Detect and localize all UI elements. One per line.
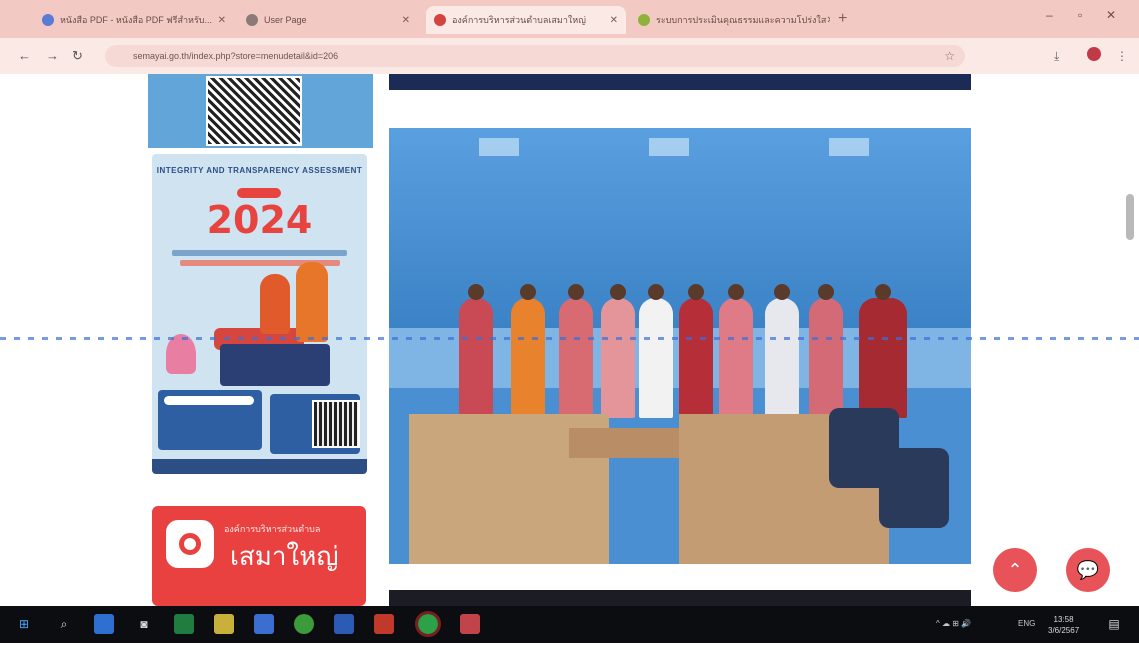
ceiling-light bbox=[649, 138, 689, 156]
globe-icon bbox=[246, 14, 258, 26]
language-indicator[interactable]: ENG bbox=[1018, 619, 1035, 628]
scan-artifact-line bbox=[0, 337, 1139, 340]
windows-start-icon[interactable]: ⊞ bbox=[14, 614, 34, 634]
minimize-button[interactable]: – bbox=[1046, 8, 1053, 22]
poster-info-button bbox=[164, 396, 254, 405]
close-tab-icon[interactable]: ✕ bbox=[402, 15, 410, 26]
plant-illustration bbox=[166, 334, 196, 374]
instagram-icon bbox=[166, 520, 214, 568]
tab-label: องค์การบริหารส่วนตำบลเสมาใหญ่ bbox=[452, 15, 586, 25]
poster-year: 2024 bbox=[206, 198, 313, 242]
scroll-to-top-button[interactable]: ⌃ bbox=[993, 548, 1037, 592]
download-icon[interactable]: ⤓ bbox=[1054, 49, 1059, 64]
close-tab-icon[interactable]: ✕ bbox=[218, 15, 226, 26]
person bbox=[719, 284, 753, 418]
poster-heading: INTEGRITY AND TRANSPARENCY ASSESSMENT bbox=[156, 166, 363, 175]
tab-pdf-book[interactable]: หนังสือ PDF - หนังสือ PDF ฟรีสำหรับ... ✕ bbox=[34, 6, 234, 34]
person bbox=[601, 284, 635, 418]
previous-image-edge bbox=[389, 74, 971, 90]
qr-code-image bbox=[206, 76, 302, 146]
person-illustration-2 bbox=[296, 262, 328, 342]
poster-subtitle-bar bbox=[172, 250, 347, 256]
page-scrollbar[interactable] bbox=[1126, 194, 1134, 240]
clock-date: 3/6/2567 bbox=[1048, 626, 1080, 635]
maximize-button[interactable]: ▫ bbox=[1078, 8, 1082, 22]
system-tray-icons[interactable]: ^ ☁ ⊞ 🔊 bbox=[936, 619, 971, 628]
tab-label: User Page bbox=[264, 15, 307, 25]
person-illustration bbox=[260, 274, 290, 334]
desk-illustration bbox=[220, 344, 330, 386]
sidebar: INTEGRITY AND TRANSPARENCY ASSESSMENT 20… bbox=[148, 74, 373, 606]
close-tab-icon[interactable]: ✕ bbox=[826, 15, 830, 26]
person bbox=[765, 284, 799, 418]
person bbox=[511, 284, 545, 418]
app-icon[interactable] bbox=[460, 614, 480, 634]
chrome-icon[interactable] bbox=[294, 614, 314, 634]
person bbox=[809, 284, 843, 418]
reload-icon[interactable]: ↻ bbox=[72, 48, 83, 64]
next-image-edge bbox=[389, 590, 971, 606]
instagram-banner[interactable]: องค์การบริหารส่วนตำบล เสมาใหญ่ bbox=[152, 506, 366, 606]
pdf-site-favicon-icon bbox=[42, 14, 54, 26]
site-favicon-icon bbox=[434, 14, 446, 26]
person bbox=[639, 284, 673, 418]
notification-icon[interactable]: ▤ bbox=[1104, 614, 1124, 634]
word-icon[interactable] bbox=[334, 614, 354, 634]
ceiling-light bbox=[479, 138, 519, 156]
powerpoint-icon[interactable] bbox=[374, 614, 394, 634]
taskbar-clock[interactable]: 13:58 3/6/2567 bbox=[1048, 614, 1079, 636]
person bbox=[459, 284, 493, 418]
conference-table-center bbox=[569, 428, 689, 458]
tab-semayai[interactable]: องค์การบริหารส่วนตำบลเสมาใหญ่ ✕ bbox=[426, 6, 626, 34]
poster-badge bbox=[237, 188, 281, 198]
poster-qr-box bbox=[270, 394, 360, 454]
mail-icon[interactable] bbox=[254, 614, 274, 634]
camera-icon[interactable]: ◙ bbox=[134, 614, 154, 634]
back-arrow-icon[interactable]: ← bbox=[18, 48, 31, 63]
page-content: INTEGRITY AND TRANSPARENCY ASSESSMENT 20… bbox=[0, 74, 1139, 606]
tab-label: ระบบการประเมินคุณธรรมและความโปร่งใส bbox=[656, 15, 827, 25]
browser-toolbar: ← → ↻ semayai.go.th/index.php?store=menu… bbox=[0, 38, 1139, 74]
instagram-org-label: องค์การบริหารส่วนตำบล bbox=[224, 524, 321, 534]
bookmark-star-icon[interactable]: ☆ bbox=[944, 49, 955, 63]
tab-user-page[interactable]: User Page ✕ bbox=[238, 6, 418, 34]
meeting-photo[interactable] bbox=[389, 128, 971, 564]
poster-footer-strip bbox=[152, 459, 367, 474]
chat-button[interactable]: 💬 bbox=[1066, 548, 1110, 592]
menu-kebab-icon[interactable]: ⋮ bbox=[1116, 49, 1128, 63]
poster-info-box bbox=[158, 390, 262, 450]
search-icon[interactable]: ⌕ bbox=[54, 614, 74, 634]
clock-time: 13:58 bbox=[1053, 615, 1074, 624]
windows-taskbar: ⊞ ⌕ ◙ ^ ☁ ⊞ 🔊 ENG 13:58 3/6/2567 ▤ bbox=[0, 606, 1139, 643]
person bbox=[859, 284, 907, 418]
close-window-button[interactable]: ✕ bbox=[1106, 8, 1116, 22]
chair bbox=[879, 448, 949, 528]
active-browser-icon[interactable] bbox=[415, 611, 441, 637]
url-text: semayai.go.th/index.php?store=menudetail… bbox=[133, 51, 339, 61]
file-explorer-icon[interactable] bbox=[214, 614, 234, 634]
tab-label: หนังสือ PDF - หนังสือ PDF ฟรีสำหรับ... bbox=[60, 15, 212, 25]
browser-tab-bar: หนังสือ PDF - หนังสือ PDF ฟรีสำหรับ... ✕… bbox=[0, 0, 1139, 38]
person bbox=[679, 284, 713, 418]
profile-avatar[interactable] bbox=[1087, 47, 1101, 61]
address-bar[interactable]: semayai.go.th/index.php?store=menudetail… bbox=[105, 45, 965, 67]
instagram-org-name: เสมาใหญ่ bbox=[230, 542, 339, 572]
new-tab-button[interactable]: + bbox=[838, 10, 847, 28]
close-tab-icon[interactable]: ✕ bbox=[610, 15, 618, 26]
forward-arrow-icon[interactable]: → bbox=[46, 48, 59, 63]
poster-qr-code bbox=[312, 400, 360, 448]
excel-icon[interactable] bbox=[174, 614, 194, 634]
qr-banner[interactable] bbox=[148, 74, 373, 148]
task-view-icon[interactable] bbox=[94, 614, 114, 634]
site-favicon-2-icon bbox=[638, 14, 650, 26]
ceiling-light bbox=[829, 138, 869, 156]
ita-poster[interactable]: INTEGRITY AND TRANSPARENCY ASSESSMENT 20… bbox=[152, 154, 367, 474]
person bbox=[559, 284, 593, 418]
tab-ita[interactable]: ระบบการประเมินคุณธรรมและความโปร่งใส ✕ bbox=[630, 6, 830, 34]
